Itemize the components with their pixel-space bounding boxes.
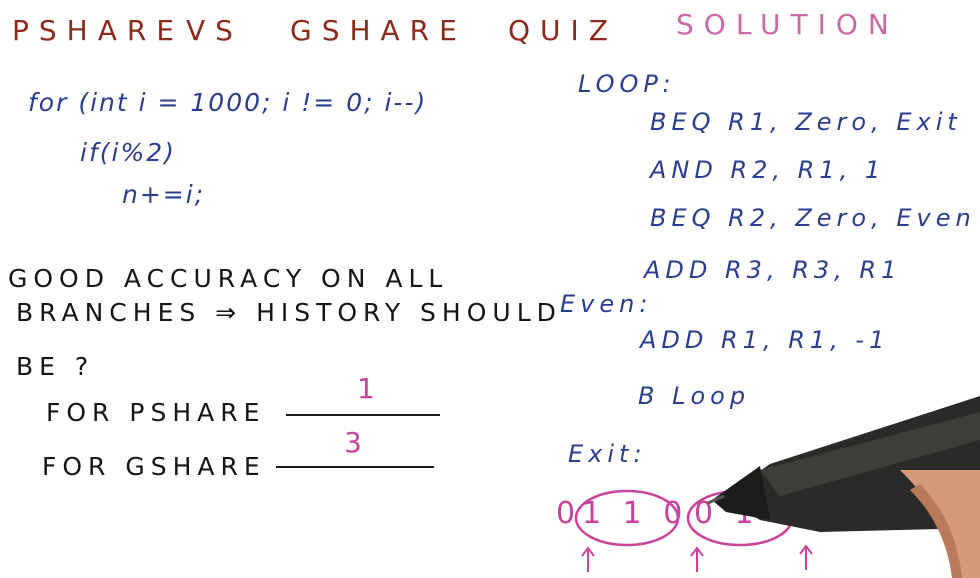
history-group-2: 0 1 (694, 496, 760, 531)
instr-2: AND R2, R1, 1 (650, 156, 886, 184)
instr-4: ADD R3, R3, R1 (644, 256, 902, 284)
pshare-answer-line (286, 414, 440, 416)
title-solution: SOLUTION (676, 8, 899, 41)
title-vs: VS (186, 14, 243, 47)
question-line-2: BRANCHES ⇒ HISTORY SHOULD (16, 298, 562, 327)
history-lead-bit: 0 (556, 496, 582, 531)
pshare-label: FOR PSHARE (46, 398, 266, 427)
code-line-1: for (int i = 1000; i != 0; i--) (28, 88, 428, 117)
instr-1: BEQ R1, Zero, Exit (650, 108, 962, 136)
code-line-3: n+=i; (122, 180, 206, 209)
history-tail: 0 1 1 0 0 1 (776, 488, 980, 523)
arrow-up-icon (690, 546, 704, 572)
stylus-pen-icon (707, 396, 980, 578)
gshare-answer: 3 (344, 426, 364, 459)
question-line-1: GOOD ACCURACY ON ALL (8, 264, 449, 293)
even-label: Even: (560, 290, 653, 318)
exit-label: Exit: (568, 440, 647, 468)
pshare-answer: 1 (357, 372, 377, 405)
title-quiz: QUIZ (508, 14, 618, 47)
instr-6: B Loop (638, 382, 751, 410)
title-pshare: PSHARE (12, 14, 185, 47)
loop-label: LOOP: (578, 70, 676, 98)
history-group-1: 1 1 0 (582, 496, 689, 531)
instr-3: BEQ R2, Zero, Even (650, 204, 976, 232)
question-line-3: BE ? (16, 352, 95, 381)
instr-5: ADD R1, R1, -1 (640, 326, 890, 354)
gshare-label: FOR GSHARE (42, 452, 266, 481)
code-line-2: if(i%2) (80, 138, 176, 167)
arrow-up-icon (799, 544, 813, 570)
arrow-up-icon (581, 546, 595, 572)
title-gshare: GSHARE (290, 14, 467, 47)
gshare-answer-line (276, 466, 434, 468)
